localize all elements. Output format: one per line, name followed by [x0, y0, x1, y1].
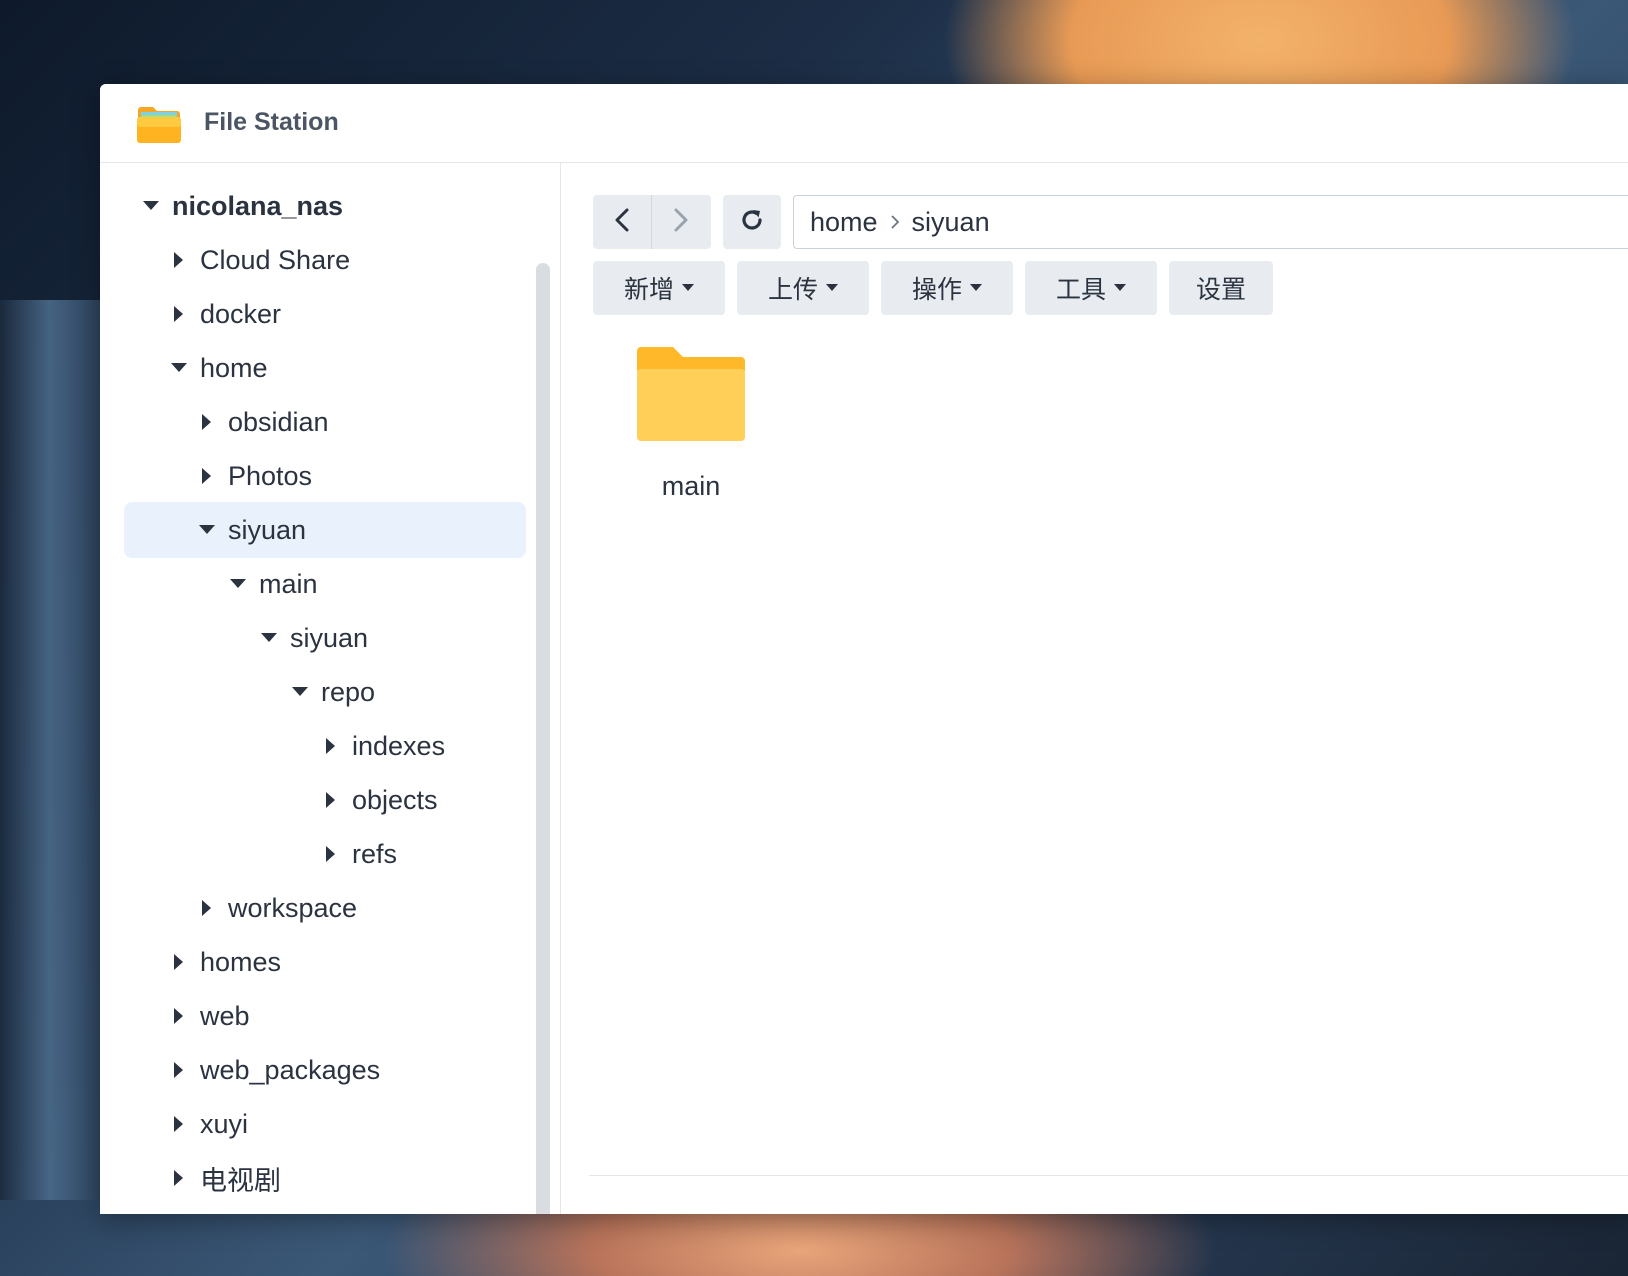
sidebar-tree-item[interactable]: repo	[289, 664, 375, 720]
caret-right-icon[interactable]	[168, 951, 190, 973]
new-button-label: 新增	[623, 276, 674, 304]
caret-down-icon	[1114, 284, 1126, 292]
sidebar-tree-item[interactable]: indexes	[320, 718, 445, 774]
sidebar-tree-item[interactable]: docker	[168, 286, 281, 342]
sidebar-tree-label: siyuan	[290, 622, 369, 653]
history-nav-group	[593, 195, 711, 249]
caret-down-icon	[682, 284, 694, 292]
caret-down-icon[interactable]	[196, 519, 218, 541]
file-station-folder-icon	[136, 104, 182, 144]
sidebar-tree-label: refs	[352, 838, 398, 869]
sidebar-tree-item[interactable]: workspace	[196, 880, 357, 936]
sidebar-tree-label: nicolana_nas	[172, 190, 344, 221]
caret-down-icon[interactable]	[168, 357, 190, 379]
sidebar-scrollbar[interactable]	[536, 263, 550, 1214]
sidebar-tree-label: Cloud Share	[200, 244, 351, 275]
upload-button-label: 上传	[767, 276, 818, 304]
sidebar-tree-item[interactable]: web_packages	[168, 1042, 380, 1098]
sidebar-tree-label: web_packages	[200, 1054, 381, 1085]
chevron-right-icon	[890, 214, 900, 230]
sidebar-tree-item[interactable]: web	[168, 988, 250, 1044]
sidebar-tree-label: indexes	[352, 730, 446, 761]
sidebar-tree-item[interactable]: homes	[168, 934, 281, 990]
sidebar-tree-label: web	[200, 1000, 250, 1031]
caret-right-icon[interactable]	[320, 843, 342, 865]
sidebar-tree-label: Photos	[228, 460, 313, 491]
caret-right-icon[interactable]	[168, 1113, 190, 1135]
sidebar-tree-label: siyuan	[228, 514, 307, 545]
path-segment-siyuan[interactable]: siyuan	[912, 207, 990, 238]
caret-right-icon[interactable]	[168, 1005, 190, 1027]
caret-down-icon[interactable]	[258, 627, 280, 649]
file-item-name: main	[661, 471, 721, 501]
caret-right-icon[interactable]	[168, 1059, 190, 1081]
sidebar-tree-label: homes	[200, 946, 282, 977]
sidebar-tree-label: home	[200, 352, 268, 383]
sidebar-tree-item[interactable]: Photos	[196, 448, 312, 504]
chevron-left-icon	[612, 207, 632, 238]
sidebar-tree-item[interactable]: main	[227, 556, 318, 612]
sidebar-tree-item[interactable]: xuyi	[168, 1096, 248, 1152]
caret-right-icon[interactable]	[168, 303, 190, 325]
settings-button[interactable]: 设置	[1169, 261, 1273, 315]
title-bar[interactable]: File Station	[100, 84, 1628, 163]
sidebar-tree-item[interactable]: objects	[320, 772, 438, 828]
caret-down-icon[interactable]	[289, 681, 311, 703]
forward-button[interactable]	[652, 195, 710, 249]
folder-tree-sidebar: nicolana_nas Cloud Share docker home obsidia…	[100, 163, 561, 1214]
refresh-icon	[738, 206, 766, 239]
sidebar-tree-label: main	[259, 568, 318, 599]
status-divider-top	[589, 1175, 1628, 1176]
sidebar-tree-item[interactable]: Cloud Share	[168, 232, 350, 288]
chevron-right-icon	[671, 207, 691, 238]
sidebar-tree-label: repo	[321, 676, 376, 707]
sidebar-tree-item[interactable]: nicolana_nas	[140, 178, 343, 234]
action-button[interactable]: 操作	[881, 261, 1013, 315]
sidebar-tree-label: docker	[200, 298, 282, 329]
sidebar-tree-label: obsidian	[228, 406, 329, 437]
back-button[interactable]	[593, 195, 651, 249]
path-segment-home[interactable]: home	[810, 207, 878, 238]
caret-down-icon	[970, 284, 982, 292]
action-button-label: 操作	[911, 276, 962, 304]
refresh-button[interactable]	[723, 195, 781, 249]
caret-right-icon[interactable]	[196, 897, 218, 919]
sidebar-tree-label: workspace	[228, 892, 358, 923]
caret-down-icon	[826, 284, 838, 292]
sidebar-tree-item[interactable]: siyuan	[258, 610, 368, 666]
settings-button-label: 设置	[1195, 276, 1246, 304]
sidebar-tree-item[interactable]: home	[168, 340, 268, 396]
sidebar-tree-item[interactable]: obsidian	[196, 394, 329, 450]
sidebar-tree-item[interactable]: refs	[320, 826, 397, 882]
caret-right-icon[interactable]	[320, 789, 342, 811]
toolbar: 新增 上传 操作 工具 设置	[593, 261, 1273, 315]
caret-right-icon[interactable]	[168, 1167, 190, 1189]
file-station-window: File Station nicolana_nas Cloud Share dock…	[100, 84, 1628, 1214]
caret-right-icon[interactable]	[320, 735, 342, 757]
caret-down-icon[interactable]	[140, 195, 162, 217]
sidebar-tree-label: xuyi	[200, 1108, 249, 1139]
caret-right-icon[interactable]	[196, 411, 218, 433]
main-content: home siyuan 新增 上传 操作 工具 设置 main	[561, 163, 1628, 1214]
app-title: File Station	[204, 108, 339, 136]
caret-right-icon[interactable]	[196, 465, 218, 487]
sidebar-tree-item[interactable]: 电视剧	[168, 1150, 281, 1206]
sidebar-tree-label: objects	[352, 784, 438, 815]
sidebar-tree-item[interactable]: siyuan	[124, 502, 526, 558]
caret-right-icon[interactable]	[168, 249, 190, 271]
caret-down-icon[interactable]	[227, 573, 249, 595]
tools-button-label: 工具	[1055, 276, 1106, 304]
sidebar-tree-label: 电视剧	[200, 1165, 281, 1196]
upload-button[interactable]: 上传	[737, 261, 869, 315]
file-item-folder[interactable]: main	[631, 343, 751, 513]
new-button[interactable]: 新增	[593, 261, 725, 315]
wallpaper-streak	[0, 300, 110, 1200]
path-bar[interactable]: home siyuan	[793, 195, 1628, 249]
tools-button[interactable]: 工具	[1025, 261, 1157, 315]
